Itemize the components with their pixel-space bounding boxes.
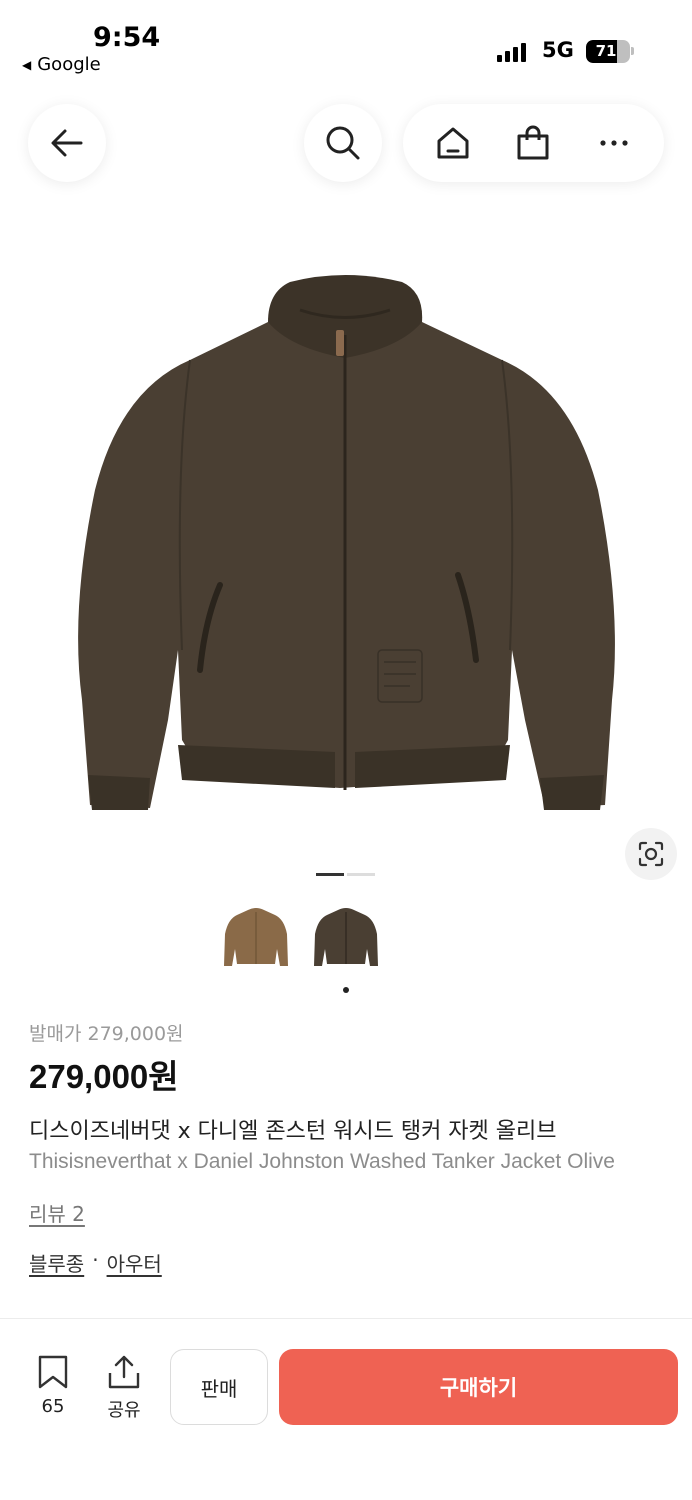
sell-button[interactable]: 판매 (170, 1349, 268, 1425)
shopping-bag-icon (517, 125, 549, 160)
product-price: 279,000원 (29, 1058, 179, 1095)
battery-icon: 71 (586, 40, 630, 63)
color-thumbnails (220, 900, 382, 980)
status-bar: 9:54 ◀ Google 5G 71 (0, 0, 692, 82)
signal-icon (497, 42, 526, 62)
category-link-2[interactable]: 아우터 (107, 1248, 162, 1277)
share-icon (108, 1355, 140, 1389)
product-name-ko: 디스이즈네버댓 x 다니엘 존스턴 워시드 탱커 자켓 올리브 (29, 1119, 557, 1144)
category-breadcrumb: 블루종 · 아우터 (29, 1248, 162, 1277)
scan-icon (638, 841, 664, 867)
thumbnail-light[interactable] (220, 900, 292, 980)
battery-tip (631, 47, 634, 55)
search-icon (326, 126, 360, 160)
save-button[interactable]: 65 (28, 1354, 78, 1417)
arrow-left-icon (51, 129, 83, 157)
selected-thumbnail-indicator (343, 987, 349, 993)
back-app-label: Google (37, 54, 101, 75)
share-label: 공유 (107, 1400, 141, 1421)
home-icon (437, 127, 469, 159)
category-separator: · (92, 1248, 99, 1272)
nav-action-group (403, 104, 664, 182)
jacket-thumb-light (224, 908, 288, 966)
category-link-1[interactable]: 블루종 (29, 1248, 84, 1277)
product-name-en: Thisisneverthat x Daniel Johnston Washed… (29, 1150, 615, 1173)
search-button[interactable] (304, 104, 382, 182)
review-link[interactable]: 리뷰 2 (29, 1198, 85, 1227)
battery-percent: 71 (595, 42, 617, 60)
more-button[interactable] (584, 113, 644, 173)
bottom-divider (0, 1318, 692, 1319)
back-to-app-link[interactable]: ◀ Google (22, 54, 101, 75)
thumbnail-dark[interactable] (310, 900, 382, 980)
save-count: 65 (41, 1396, 65, 1417)
cart-button[interactable] (503, 113, 563, 173)
back-button[interactable] (28, 104, 106, 182)
bookmark-icon (38, 1355, 68, 1389)
jacket-thumb-dark (314, 908, 378, 966)
pager-dot (347, 873, 375, 876)
network-label: 5G (542, 38, 574, 62)
image-pager (316, 873, 375, 876)
buy-button[interactable]: 구매하기 (279, 1349, 678, 1425)
release-price: 발매가 279,000원 (29, 1023, 184, 1045)
more-icon (600, 140, 628, 146)
jacket-illustration (78, 275, 615, 810)
back-triangle-icon: ◀ (22, 57, 32, 72)
clock: 9:54 (93, 22, 161, 53)
share-button[interactable]: 공유 (97, 1354, 151, 1422)
home-button[interactable] (423, 113, 483, 173)
pager-dot-active (316, 873, 344, 876)
product-image[interactable] (0, 230, 692, 850)
image-search-button[interactable] (625, 828, 677, 880)
